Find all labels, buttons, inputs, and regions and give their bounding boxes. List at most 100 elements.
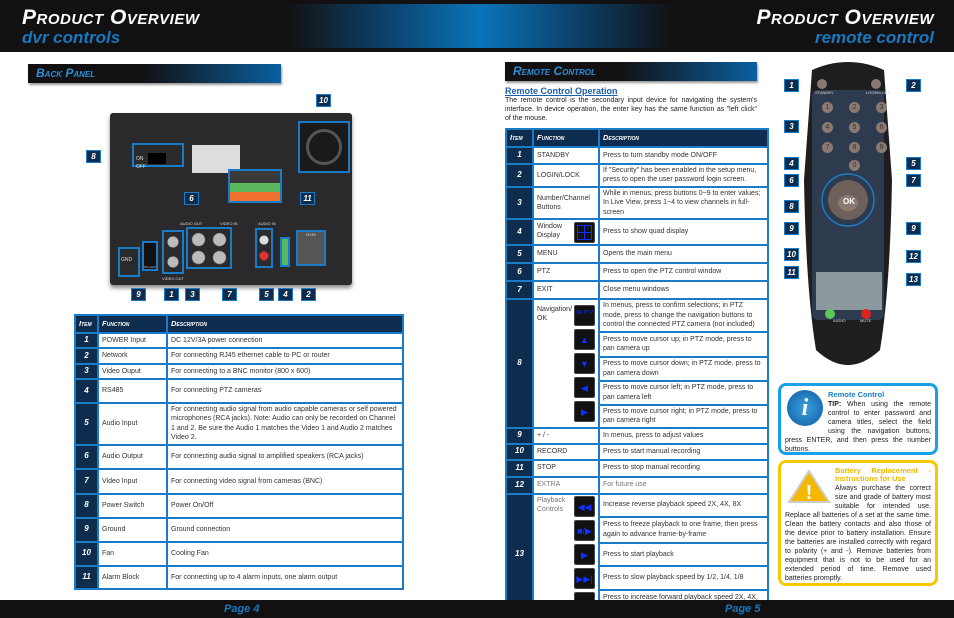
remote-callout-7: 7 <box>906 174 921 187</box>
description-cell: For connecting PTZ cameras <box>166 378 404 404</box>
remote-tip-box: i Remote Control TIP: When using the rem… <box>778 383 938 455</box>
item-number: 6 <box>505 262 534 283</box>
footer-bar <box>0 600 954 618</box>
function-cell: Ground <box>97 516 168 543</box>
description-cell: Press to slow playback speed by 1/2, 1/4… <box>598 565 769 592</box>
function-cell: EXTRA <box>532 475 600 495</box>
left-page-title: Product Overview <box>22 6 200 29</box>
function-cell: Window Display <box>532 218 600 247</box>
gnd-terminal: GND <box>118 247 140 277</box>
description-cell: Press to freeze playback to one frame, t… <box>598 515 769 544</box>
page-number-right: Page 5 <box>725 603 761 615</box>
table-row: 8 Power Switch Power On/Off <box>74 492 404 519</box>
description-cell: In menus, press to adjust values <box>598 426 769 445</box>
function-cell: Alarm Block <box>97 564 168 590</box>
remote-button-icon: ▼ <box>574 352 595 374</box>
description-cell: For future use <box>598 475 769 495</box>
remote-button-icon: ◀◀ <box>574 495 595 517</box>
remote-key-9: 9 <box>876 142 887 153</box>
header-cell: Item <box>74 314 99 334</box>
function-label: Window Display <box>537 222 562 240</box>
remote-op-title: Remote Control Operation <box>505 86 618 96</box>
table-header: Item Function Description <box>505 128 769 148</box>
item-number: 7 <box>505 280 534 301</box>
video-out-bnc <box>162 230 184 274</box>
function-cell: Power Switch <box>97 492 168 519</box>
description-cell: For connecting audio signal from audio c… <box>166 402 404 446</box>
function-cell: POWER Input <box>97 332 168 349</box>
remote-button-icon: ▶ <box>574 543 595 565</box>
tip-lead: TIP: <box>828 400 842 408</box>
item-number: 11 <box>74 564 99 590</box>
function-cell: STOP <box>532 458 600 478</box>
description-cell: Increase reverse playback speed 2X, 4X, … <box>598 492 769 518</box>
back-panel-heading: Back Panel <box>28 64 281 83</box>
info-icon: i <box>787 390 823 426</box>
description-cell: Press to turn standby mode ON/OFF <box>598 146 769 165</box>
remote-callout-9: 9 <box>906 222 921 235</box>
remote-key-8: 8 <box>849 142 860 153</box>
item-number: 12 <box>505 475 534 495</box>
video-in-label: VIDEO IN <box>220 221 238 226</box>
gnd-label: GND <box>121 257 133 263</box>
remote-label-audio: AUDIO <box>833 318 846 323</box>
function-cell: Network <box>97 347 168 365</box>
item-number: 1 <box>505 146 534 165</box>
function-cell: ◀◀■/▶▶▶▶|▶▶Playback Controls <box>532 492 600 616</box>
remote-key-1: 1 <box>822 102 833 113</box>
remote-callout-6: 6 <box>784 174 799 187</box>
function-cell: MENU <box>532 244 600 265</box>
table-row: 4 Window Display Press to show quad displa… <box>505 218 769 247</box>
remote-callout-11: 11 <box>784 266 799 279</box>
remote-button-icon: OK PTZ <box>574 304 595 326</box>
item-number: 2 <box>505 163 534 188</box>
description-cell: For connecting audio signal to amplified… <box>166 443 404 470</box>
svg-text:!: ! <box>806 482 813 504</box>
function-cell: STANDBY <box>532 146 600 165</box>
remote-callout-2: 2 <box>906 79 921 92</box>
function-label: Number/Channel Buttons <box>537 194 590 212</box>
left-page-subtitle: dvr controls <box>22 28 121 47</box>
function-label: PTZ <box>537 268 551 276</box>
table-row: 5 MENU Opens the main menu <box>505 244 769 265</box>
table-row: 2 Network For connecting RJ45 ethernet cab… <box>74 347 404 365</box>
function-cell: PTZ <box>532 262 600 283</box>
function-cell: Audio Output <box>97 443 168 470</box>
remote-button-icon: ■/▶ <box>574 519 595 541</box>
function-cell: Audio Input <box>97 402 168 446</box>
header-cell: Item <box>505 128 534 148</box>
function-cell: RS485 <box>97 378 168 404</box>
remote-key-0: 0 <box>849 160 860 171</box>
description-cell: Press to start manual recording <box>598 442 769 461</box>
table-row: 4 RS485 For connecting PTZ cameras <box>74 378 404 404</box>
item-number: 10 <box>505 442 534 461</box>
table-row: 7 EXIT Close menu windows <box>505 280 769 301</box>
remote-op-text: The remote control is the secondary inpu… <box>505 97 757 123</box>
remote-callout-9: 9 <box>784 222 799 235</box>
description-cell: Cooling Fan <box>166 540 404 567</box>
function-cell: Number/Channel Buttons <box>532 185 600 221</box>
remote-callout-10: 10 <box>784 248 799 261</box>
item-number: 9 <box>74 516 99 543</box>
page-number-left: Page 4 <box>224 603 260 615</box>
remote-key-5: 5 <box>849 122 860 133</box>
function-label: EXTRA <box>537 481 561 489</box>
callout-6: 6 <box>184 192 199 205</box>
audio-in-label: AUDIO IN <box>258 221 276 226</box>
alarm-block <box>228 169 282 203</box>
item-number: 3 <box>505 185 534 221</box>
description-cell: Press to stop manual recording <box>598 458 769 478</box>
remote-callout-8: 8 <box>784 200 799 213</box>
remote-label-ok: OK <box>843 197 855 206</box>
callout-4: 4 <box>278 288 293 301</box>
remote-label-mute: MUTE <box>860 318 872 323</box>
header-cell: Description <box>598 128 769 148</box>
item-number: 13 <box>505 492 534 616</box>
item-number: 1 <box>74 332 99 349</box>
item-number: 10 <box>74 540 99 567</box>
header-cell: Function <box>532 128 600 148</box>
header-cell: Function <box>97 314 168 334</box>
description-cell: Press to show quad display <box>598 218 769 247</box>
remote-control-heading: Remote Control <box>505 62 757 81</box>
function-cell: Video Input <box>97 467 168 495</box>
